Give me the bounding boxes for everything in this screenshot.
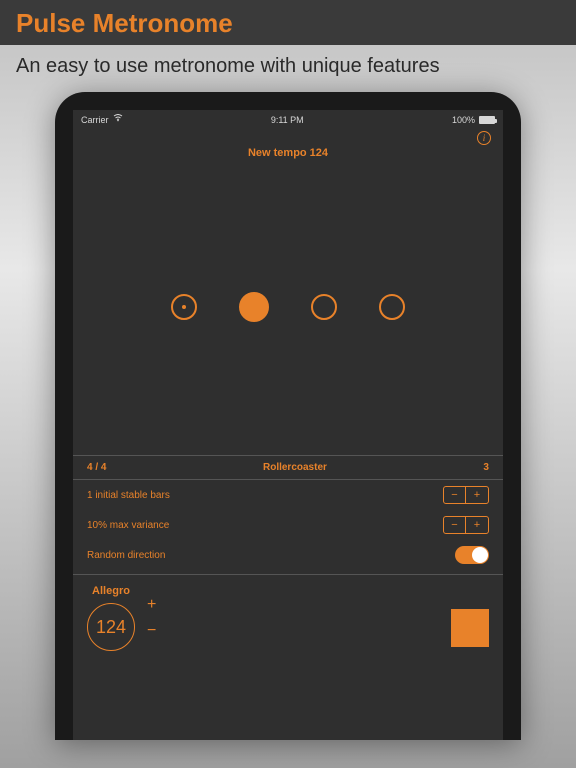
variance-stepper: − + [443,516,489,534]
initial-bars-minus-button[interactable]: − [444,487,466,503]
random-direction-row: Random direction [73,540,503,570]
tempo-value-display[interactable]: 124 [87,603,135,651]
variance-plus-button[interactable]: + [466,517,488,533]
time-signature: 4 / 4 [87,462,106,473]
stop-button[interactable] [451,609,489,647]
battery-percent: 100% [452,115,475,125]
beat-1[interactable] [171,294,197,320]
initial-bars-stepper: − + [443,486,489,504]
pattern-header[interactable]: 4 / 4 Rollercoaster 3 [73,456,503,479]
pattern-count: 3 [483,462,489,473]
variance-minus-button[interactable]: − [444,517,466,533]
tempo-control: Allegro 124 + − [87,585,156,651]
wifi-icon [113,114,123,125]
preset-name-label[interactable]: New tempo 124 [73,145,503,159]
random-direction-label: Random direction [87,550,165,561]
pattern-name: Rollercoaster [263,462,327,473]
tempo-plus-button[interactable]: + [147,597,156,613]
app-title: Pulse Metronome [16,8,560,39]
beat-2[interactable] [239,292,269,322]
tablet-device-frame: Carrier 9:11 PM 100% i New tempo 124 4 [55,92,521,740]
random-direction-toggle[interactable] [455,546,489,564]
initial-bars-label: 1 initial stable bars [87,490,170,501]
initial-bars-plus-button[interactable]: + [466,487,488,503]
beat-4[interactable] [379,294,405,320]
battery-icon [479,116,495,124]
app-subtitle: An easy to use metronome with unique fea… [0,45,576,92]
variance-label: 10% max variance [87,520,169,531]
variance-row: 10% max variance − + [73,510,503,540]
toggle-knob [472,547,488,563]
clock: 9:11 PM [271,115,304,125]
tempo-minus-button[interactable]: − [147,623,156,639]
status-bar: Carrier 9:11 PM 100% [73,110,503,127]
carrier-label: Carrier [81,115,109,125]
app-screen: Carrier 9:11 PM 100% i New tempo 124 4 [73,110,503,740]
beat-3[interactable] [311,294,337,320]
info-button[interactable]: i [477,131,491,145]
initial-bars-row: 1 initial stable bars − + [73,480,503,510]
promo-banner: Pulse Metronome [0,0,576,45]
tempo-name-label: Allegro [87,585,135,597]
beat-indicator-row [73,289,503,325]
